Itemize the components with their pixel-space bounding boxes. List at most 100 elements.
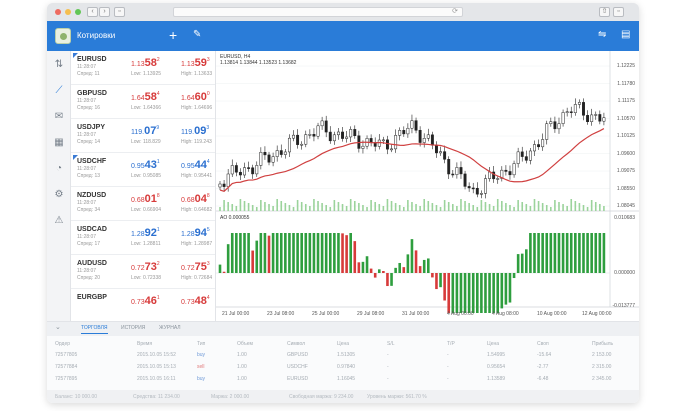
table-header-cell[interactable]: Символ	[287, 341, 305, 347]
table-cell: buy	[197, 352, 206, 358]
collapse-icon[interactable]: ⌄	[55, 323, 61, 331]
quote-row[interactable]: USDCHF 11:28:07 Спред: 13 0.95431 0.95444 Low…	[71, 153, 215, 187]
quote-row[interactable]: EURUSD 11:28:07 Спред: 11 1.13582 1.13593 Low…	[71, 51, 215, 85]
quote-time: 11:28:07	[77, 132, 97, 138]
reload-icon[interactable]: ⟳	[452, 7, 458, 15]
table-header-cell[interactable]: Время	[137, 341, 152, 347]
ao-bar	[296, 233, 299, 273]
network-icon[interactable]: ⇋	[598, 27, 606, 43]
tab-journal[interactable]: ЖУРНАЛ	[159, 325, 181, 331]
date-tick-label: 31 Jul 00:00	[402, 311, 430, 317]
quote-spread: Спред: 34	[77, 207, 101, 213]
close-dot[interactable]	[55, 9, 61, 15]
quote-spread: Спред: 17	[77, 241, 101, 247]
address-bar[interactable]: ⟳	[173, 7, 463, 17]
minimize-dot[interactable]	[65, 9, 71, 15]
chat-nav-icon[interactable]: ◔	[53, 163, 65, 175]
ao-bar	[578, 233, 581, 273]
add-icon[interactable]: +	[169, 27, 177, 43]
ao-bar	[594, 233, 598, 273]
news-nav-icon[interactable]: ▦	[53, 137, 65, 149]
ao-bar	[308, 233, 312, 273]
quote-low: Low: 118.829	[131, 139, 161, 145]
volume-bar	[243, 201, 246, 211]
bid-price[interactable]: 1.28921	[131, 227, 160, 239]
table-header-cell[interactable]: Прибыль	[592, 341, 613, 347]
share-button[interactable]: ⇧	[599, 7, 610, 17]
bid-price[interactable]: 0.68018	[131, 193, 160, 205]
quote-row[interactable]: USDCAD 11:28:07 Спред: 17 1.28921 1.28945 Low…	[71, 221, 215, 255]
table-header-cell[interactable]: Ордер	[55, 341, 70, 347]
ask-price[interactable]: 119.093	[181, 125, 209, 137]
price-tick-label: 1.11780	[617, 80, 635, 87]
quote-row[interactable]: EURGBP 0.73461 0.73484	[71, 289, 215, 321]
table-header-cell[interactable]: Тип	[197, 341, 205, 347]
candle-body	[300, 143, 304, 146]
table-header-cell[interactable]: Объем	[237, 341, 253, 347]
candle-body	[316, 125, 320, 137]
ask-price[interactable]: 1.13593	[181, 57, 210, 69]
table-header-cell[interactable]: Цена	[337, 341, 349, 347]
candle-body	[426, 134, 430, 139]
candle-body	[332, 134, 336, 142]
alert-nav-icon[interactable]: ⚠	[53, 215, 65, 227]
quote-low: Low: 0.72338	[131, 275, 162, 281]
tab-history[interactable]: ИСТОРИЯ	[121, 325, 145, 331]
table-header-cell[interactable]: T/P	[447, 341, 455, 347]
bid-price[interactable]: 1.13582	[131, 57, 160, 69]
quotes-nav-icon[interactable]: ⇅	[53, 59, 65, 71]
tab-trade[interactable]: ТОРГОВЛЯ	[81, 325, 108, 334]
table-header-cell[interactable]: Цена	[487, 341, 499, 347]
quote-row[interactable]: GBPUSD 11:28:07 Спред: 16 1.64584 1.64600 Low…	[71, 85, 215, 119]
ask-price[interactable]: 0.95444	[181, 159, 210, 171]
quote-row[interactable]: NZDUSD 11:28:07 Спред: 34 0.68018 0.68048 Low…	[71, 187, 215, 221]
table-header-cell[interactable]: Своп	[537, 341, 549, 347]
bid-price[interactable]: 1.64584	[131, 91, 160, 103]
quote-spread: Спред: 13	[77, 173, 101, 179]
sidebar-toggle-button[interactable]: ▫	[114, 7, 125, 17]
forward-button[interactable]: ›	[99, 7, 110, 17]
ao-bar	[545, 233, 549, 273]
volume-bar	[390, 201, 393, 211]
table-cell: buy	[197, 376, 206, 382]
volume-bar	[398, 205, 401, 211]
volume-bar	[423, 199, 426, 211]
bid-price[interactable]: 0.73461	[131, 295, 160, 307]
chart-area[interactable]: EURUSD, H4 1.13814 1.13844 1.13523 1.136…	[215, 51, 639, 321]
candle-body	[390, 148, 393, 151]
volume-bar	[476, 207, 479, 211]
volume-bar	[304, 204, 307, 211]
candle-body	[488, 171, 492, 179]
table-cell: -	[447, 376, 449, 382]
quote-row[interactable]: USDJPY 11:28:07 Спред: 14 119.079 119.093 Low…	[71, 119, 215, 153]
ao-bar	[390, 273, 393, 286]
candle-body	[308, 134, 312, 136]
ao-bar	[426, 258, 430, 273]
ao-bar	[443, 273, 446, 301]
ask-price[interactable]: 1.64600	[181, 91, 210, 103]
ao-bar	[353, 241, 357, 273]
bid-price-big: 92	[144, 227, 157, 239]
bid-price[interactable]: 119.079	[131, 125, 159, 137]
ask-price[interactable]: 0.73484	[181, 295, 210, 307]
table-cell: USDCHF	[287, 364, 308, 370]
quote-row[interactable]: AUDUSD 11:28:07 Спред: 20 0.72732 0.72753 Low…	[71, 255, 215, 289]
maximize-dot[interactable]	[75, 9, 81, 15]
ask-price[interactable]: 0.72753	[181, 261, 210, 273]
ask-price[interactable]: 1.28945	[181, 227, 210, 239]
bid-price[interactable]: 0.95431	[131, 159, 160, 171]
ask-price[interactable]: 0.68048	[181, 193, 210, 205]
price-chart-svg[interactable]	[216, 51, 639, 321]
ao-bar	[431, 273, 434, 278]
bid-price[interactable]: 0.72732	[131, 261, 160, 273]
quote-symbol: EURGBP	[77, 294, 107, 301]
back-button[interactable]: ‹	[87, 7, 98, 17]
edit-pencil-icon[interactable]: ✎	[193, 27, 201, 43]
settings-nav-icon[interactable]: ⚙	[53, 189, 65, 201]
mail-nav-icon[interactable]: ✉	[53, 111, 65, 123]
table-header-cell[interactable]: S/L	[387, 341, 395, 347]
quote-low: Low: 0.95085	[131, 173, 162, 179]
tabs-button[interactable]: ▫	[613, 7, 624, 17]
chart-nav-icon[interactable]: ⟋	[53, 85, 65, 97]
document-icon[interactable]: ▤	[621, 27, 630, 43]
